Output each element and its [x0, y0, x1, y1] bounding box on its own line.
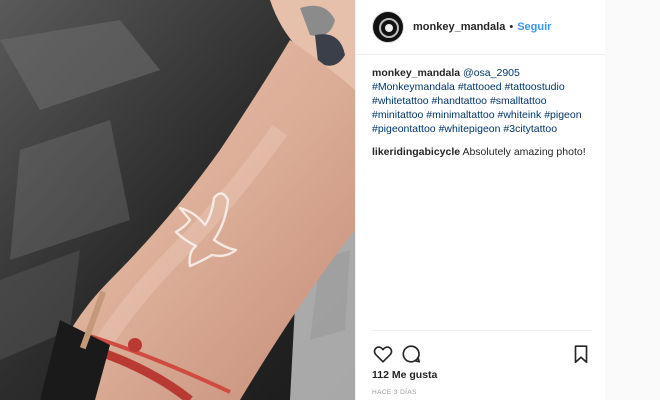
post-details-panel: monkey_mandala • Seguir monkey_mandala @…	[355, 0, 606, 400]
page-background	[605, 0, 660, 400]
post-photo[interactable]	[0, 0, 355, 400]
list-item: likeridingabicycle Absolutely amazing ph…	[372, 145, 597, 159]
like-count[interactable]: 112 Me gusta	[372, 369, 437, 381]
wrist-tattoo-image	[0, 0, 355, 400]
hashtag[interactable]: #smalltattoo	[490, 95, 547, 107]
hashtag[interactable]: #3citytattoo	[503, 123, 557, 135]
comments-list: monkey_mandala @osa_2905 #Monkeymandala …	[372, 66, 597, 168]
speech-bubble-icon[interactable]	[400, 343, 422, 365]
separator-dot: •	[509, 21, 514, 33]
hashtag[interactable]: #tattoostudio	[505, 81, 565, 93]
post-header: monkey_mandala • Seguir	[356, 0, 606, 55]
bookmark-icon[interactable]	[570, 343, 592, 365]
comment-text: Absolutely amazing photo!	[462, 146, 586, 158]
follow-button[interactable]: Seguir	[517, 21, 551, 33]
avatar[interactable]	[372, 11, 404, 43]
header-username[interactable]: monkey_mandala	[413, 21, 505, 33]
caption-username[interactable]: monkey_mandala	[372, 67, 460, 79]
hashtag[interactable]: #whitepigeon	[439, 123, 501, 135]
hashtag[interactable]: #whiteink	[498, 109, 542, 121]
caption-mention[interactable]: @osa_2905	[463, 67, 520, 79]
comment-username[interactable]: likeridingabicycle	[372, 146, 460, 158]
hashtag[interactable]: #handtattoo	[432, 95, 487, 107]
post-timestamp[interactable]: HACE 3 DÍAS	[372, 389, 417, 396]
caption-comment: monkey_mandala @osa_2905 #Monkeymandala …	[372, 66, 597, 136]
hashtag[interactable]: #pigeon	[544, 109, 581, 121]
heart-outline-icon[interactable]	[372, 343, 394, 365]
hashtag[interactable]: #Monkeymandala	[372, 81, 455, 93]
hashtag[interactable]: #tattooed	[458, 81, 502, 93]
hashtag[interactable]: #minitattoo	[372, 109, 423, 121]
divider	[372, 330, 592, 331]
hashtag[interactable]: #minimaltattoo	[426, 109, 494, 121]
action-bar	[372, 343, 594, 365]
hashtag[interactable]: #whitetattoo	[372, 95, 429, 107]
hashtag[interactable]: #pigeontattoo	[372, 123, 436, 135]
